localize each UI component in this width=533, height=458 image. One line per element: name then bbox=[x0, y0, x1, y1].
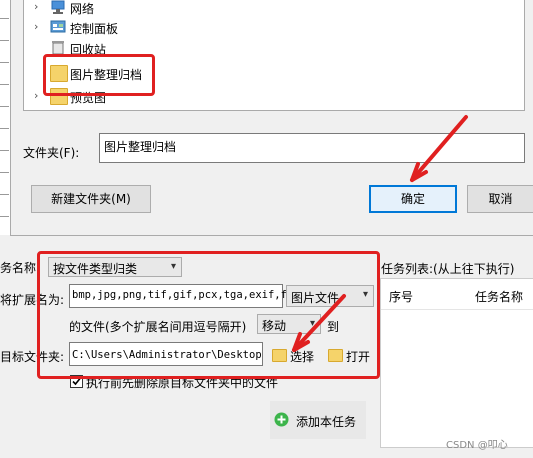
annotation-arrows bbox=[292, 115, 468, 352]
